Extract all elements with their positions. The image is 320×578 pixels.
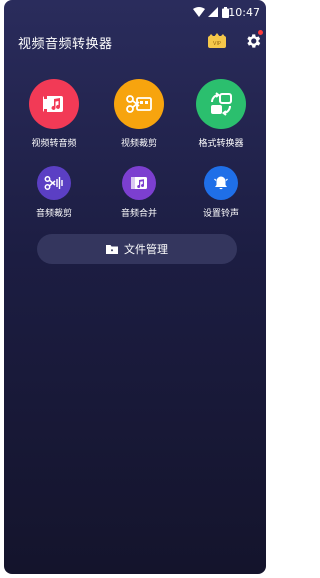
tool-video-to-audio[interactable]: 视频转音频 (14, 79, 94, 149)
signal-icon (208, 7, 218, 17)
status-bar: 10:47 (4, 0, 266, 26)
tool-audio-merge[interactable]: 音频合并 (99, 166, 179, 219)
tool-icon-circle (196, 79, 246, 129)
tool-video-trim[interactable]: 视频裁剪 (99, 79, 179, 149)
audio-scissors-icon (44, 176, 63, 190)
tool-icon-circle (29, 79, 79, 129)
tool-audio-trim[interactable]: 音频裁剪 (14, 166, 94, 219)
tool-label: 设置铃声 (202, 209, 239, 219)
tool-icon-circle (204, 166, 238, 200)
bell-icon (214, 176, 228, 190)
folder-icon (106, 245, 118, 254)
file-manager-label: 文件管理 (124, 243, 168, 256)
tool-label: 音频裁剪 (35, 209, 72, 219)
video-music-icon (43, 96, 63, 112)
page-title: 视频音频转换器 (18, 37, 113, 52)
tool-set-ringtone[interactable]: 设置铃声 (181, 166, 261, 219)
tool-label: 视频转音频 (31, 139, 77, 149)
file-manager-button[interactable]: 文件管理 (37, 234, 237, 264)
tool-icon-circle (37, 166, 71, 200)
vip-icon[interactable]: VIP (207, 33, 227, 49)
tool-label: 视频裁剪 (120, 139, 157, 149)
tool-label: 音频合并 (120, 209, 157, 219)
vip-badge-text: VIP (213, 41, 221, 47)
tool-icon-circle (114, 79, 164, 129)
tool-format-converter[interactable]: 格式转换器 (181, 79, 261, 149)
audio-merge-icon (131, 177, 147, 189)
convert-icon (210, 92, 232, 116)
video-scissors-icon (126, 95, 152, 113)
settings-button[interactable] (244, 30, 263, 50)
tool-icon-circle (122, 166, 156, 200)
tool-label: 格式转换器 (198, 139, 244, 149)
wifi-icon (193, 7, 205, 17)
app-screen: 10:47 视频音频转换器 VIP 视频转音频 视频裁剪 格式转换器 音频裁剪 … (4, 0, 266, 574)
status-time: 10:47 (228, 6, 260, 19)
notification-dot (258, 30, 263, 35)
